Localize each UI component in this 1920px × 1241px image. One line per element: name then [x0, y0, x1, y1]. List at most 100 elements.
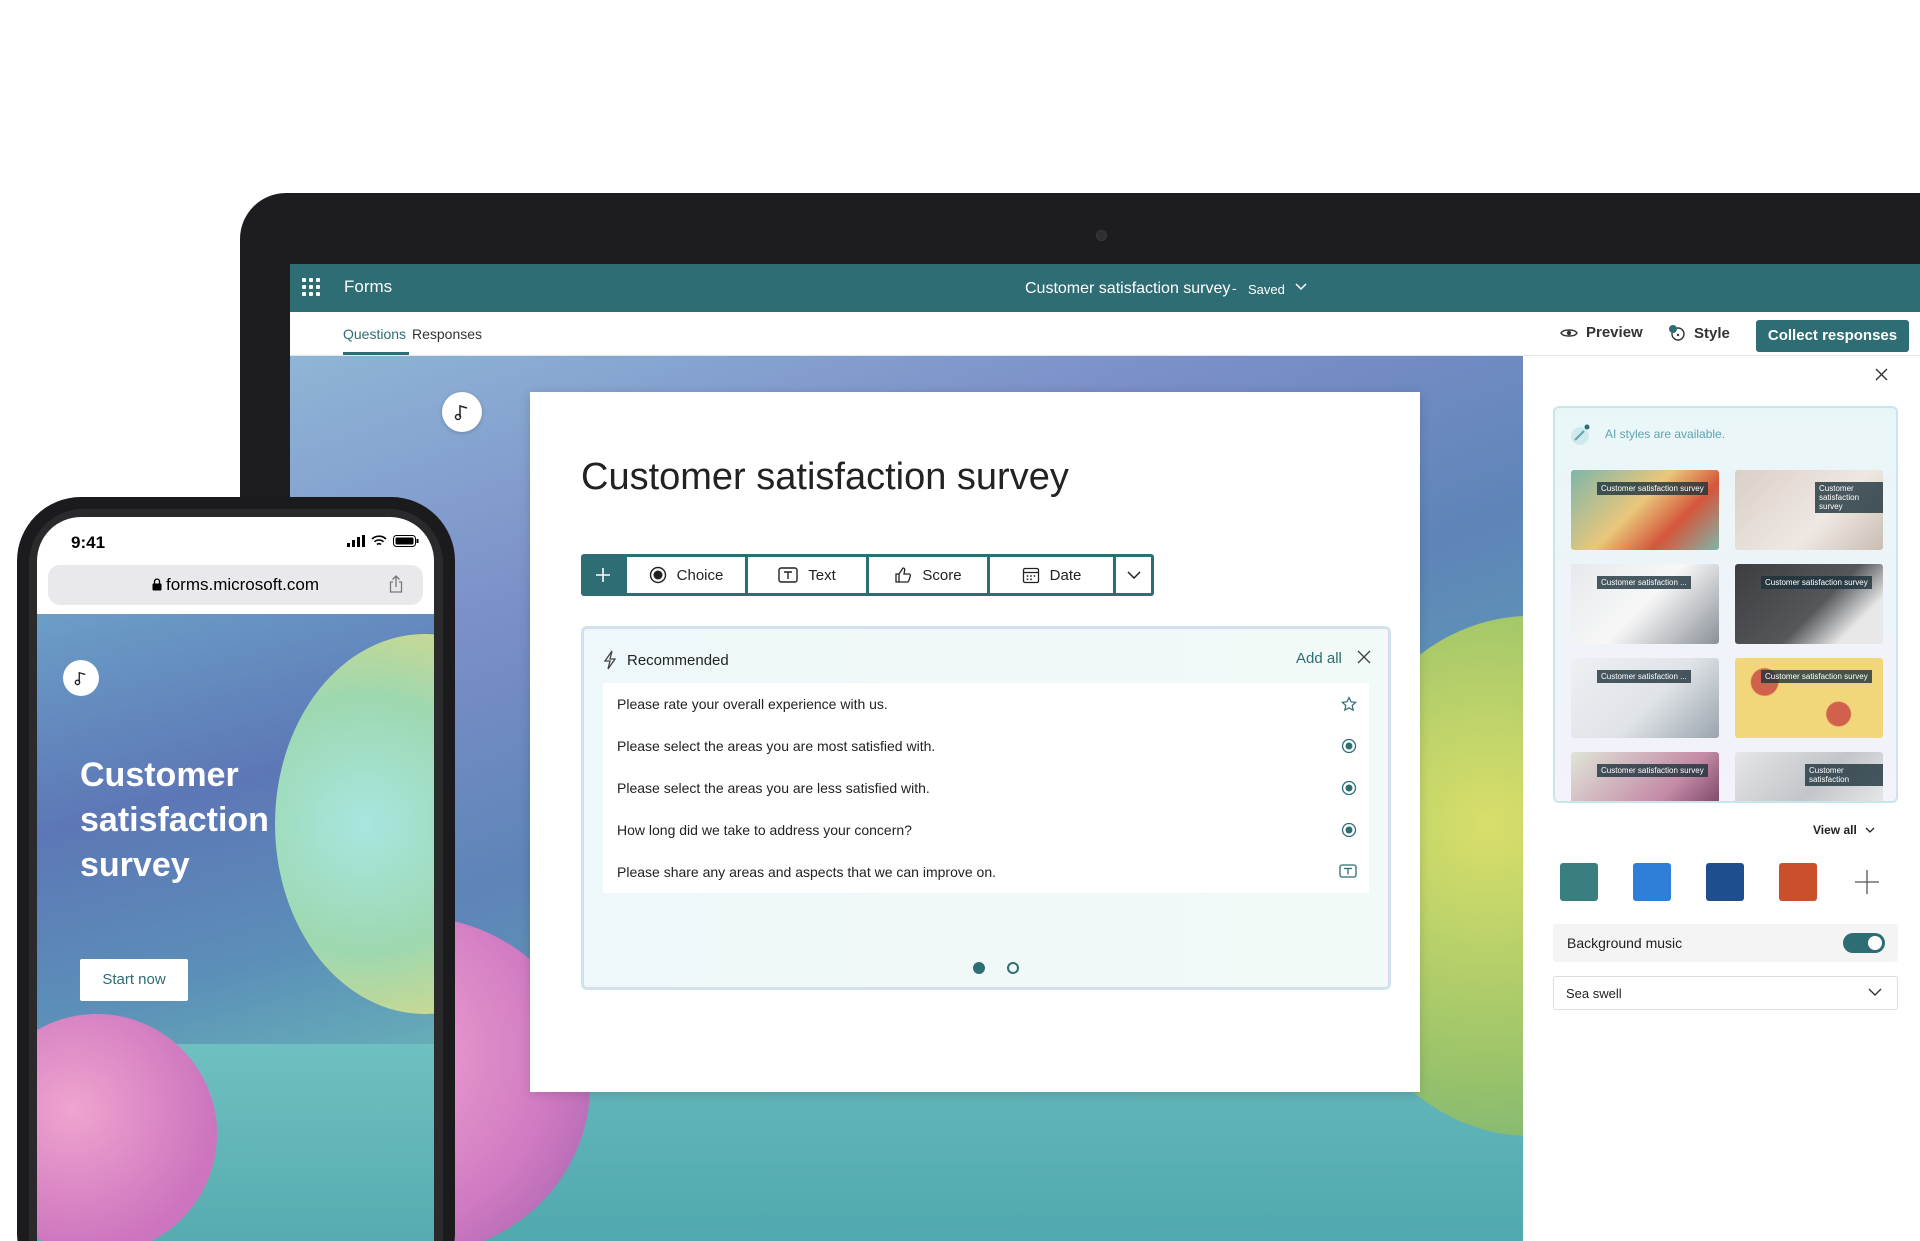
- text-button[interactable]: Text: [748, 557, 866, 593]
- score-button[interactable]: Score: [869, 557, 987, 593]
- radio-icon: [1341, 822, 1357, 838]
- form-card: Customer satisfaction survey Choice Text: [530, 392, 1420, 1092]
- page-dot[interactable]: [1007, 962, 1019, 974]
- plus-icon: [1855, 870, 1879, 894]
- collect-responses-button[interactable]: Collect responses: [1756, 320, 1909, 352]
- thumbs-up-icon: [895, 567, 912, 583]
- tab-questions[interactable]: Questions: [343, 326, 406, 342]
- suggested-question[interactable]: Please rate your overall experience with…: [603, 683, 1369, 725]
- theme-label: Customer satisfaction survey: [1597, 482, 1708, 495]
- plus-icon: [596, 568, 610, 582]
- choice-button[interactable]: Choice: [627, 557, 745, 593]
- bg-sphere-green: [275, 634, 434, 1014]
- eye-icon: [1560, 328, 1578, 337]
- close-icon[interactable]: [1875, 368, 1888, 381]
- date-button[interactable]: Date: [990, 557, 1113, 593]
- theme-thumbnail[interactable]: Customer satisfaction survey: [1735, 564, 1883, 644]
- laptop-camera: [1096, 230, 1107, 241]
- music-button[interactable]: [63, 660, 99, 696]
- tab-responses[interactable]: Responses: [412, 326, 482, 342]
- laptop-screen: Forms Customer satisfaction survey - Sav…: [290, 264, 1920, 1241]
- theme-thumbnail[interactable]: Customer satisfaction survey: [1571, 752, 1719, 801]
- color-swatch-teal[interactable]: [1560, 863, 1598, 901]
- share-icon[interactable]: [389, 575, 403, 593]
- document-title[interactable]: Customer satisfaction survey: [1025, 280, 1230, 298]
- recommended-label: Recommended: [627, 651, 729, 669]
- theme-label: Customer satisfaction ...: [1597, 670, 1691, 683]
- background-music-toggle[interactable]: [1843, 933, 1885, 953]
- chevron-down-icon: [1865, 827, 1875, 833]
- app-name[interactable]: Forms: [344, 277, 392, 297]
- theme-label: Customer satisfaction survey: [1597, 764, 1708, 777]
- phone-screen: 9:41 forms.microsoft.com Customer satisf…: [37, 517, 434, 1241]
- page-dot-active[interactable]: [973, 962, 985, 974]
- theme-label: Customer satisfaction ...: [1597, 576, 1691, 589]
- question-text: Please share any areas and aspects that …: [617, 864, 996, 880]
- text-box-icon: [1339, 864, 1357, 878]
- background-music-row: Background music: [1553, 924, 1898, 962]
- suggested-question[interactable]: How long did we take to address your con…: [603, 809, 1369, 851]
- theme-label: Customer satisfaction survey: [1761, 576, 1872, 589]
- theme-gallery: AI styles are available. Customer satisf…: [1553, 406, 1898, 803]
- background-music-label: Background music: [1567, 935, 1683, 951]
- browser-address-bar[interactable]: forms.microsoft.com: [48, 565, 423, 605]
- text-label: Text: [808, 566, 836, 584]
- music-note-icon: [74, 671, 86, 686]
- add-question-button[interactable]: [581, 554, 625, 596]
- suggested-question[interactable]: Please select the areas you are less sat…: [603, 767, 1369, 809]
- radio-icon: [649, 566, 666, 584]
- battery-icon: [393, 535, 419, 547]
- chevron-down-icon: [1868, 988, 1882, 996]
- music-note-icon: [454, 405, 468, 421]
- status-icons: [347, 535, 419, 547]
- pagination-dots: [973, 962, 1019, 974]
- form-background: Customer satisfaction survey Choice Text: [290, 356, 1523, 1241]
- question-type-toolbar: Choice Text Score Date: [581, 554, 1154, 596]
- view-all-button[interactable]: View all: [1813, 823, 1875, 837]
- radio-icon: [1341, 738, 1357, 754]
- color-swatch-navy[interactable]: [1706, 863, 1744, 901]
- theme-thumbnail[interactable]: Customer satisfaction survey: [1735, 658, 1883, 738]
- recommended-header: Recommended: [603, 650, 729, 670]
- suggested-question[interactable]: Please select the areas you are most sat…: [603, 725, 1369, 767]
- url-text: forms.microsoft.com: [165, 575, 320, 594]
- question-text: Please rate your overall experience with…: [617, 696, 888, 712]
- calendar-icon: [1022, 567, 1039, 584]
- signal-icon: [347, 535, 365, 547]
- more-question-types-button[interactable]: [1116, 557, 1151, 593]
- theme-thumbnail[interactable]: Customer satisfaction ...: [1571, 564, 1719, 644]
- recommended-questions-panel: Recommended Add all Please rate your ove…: [581, 626, 1391, 990]
- music-button[interactable]: [442, 392, 482, 432]
- theme-thumbnail[interactable]: Customer satisfaction ...: [1571, 658, 1719, 738]
- title-separator: -: [1232, 280, 1237, 296]
- suggested-question[interactable]: Please share any areas and aspects that …: [603, 851, 1369, 893]
- form-title[interactable]: Customer satisfaction survey: [581, 456, 1069, 499]
- preview-label: Preview: [1586, 324, 1643, 341]
- theme-thumbnail[interactable]: Customer satisfaction survey: [1571, 470, 1719, 550]
- style-button[interactable]: Style: [1668, 324, 1730, 342]
- color-swatch-orange[interactable]: [1779, 863, 1817, 901]
- theme-thumbnail[interactable]: Customer satisfaction survey: [1735, 470, 1883, 550]
- close-icon[interactable]: [1357, 650, 1371, 664]
- score-label: Score: [922, 566, 962, 584]
- add-color-button[interactable]: [1848, 863, 1886, 901]
- preview-button[interactable]: Preview: [1560, 324, 1643, 341]
- radio-icon: [1341, 780, 1357, 796]
- theme-label: Customer satisfaction survey: [1761, 670, 1872, 683]
- date-label: Date: [1049, 566, 1082, 584]
- style-panel: AI styles are available. Customer satisf…: [1523, 356, 1920, 1241]
- app-launcher-icon[interactable]: [302, 278, 320, 296]
- question-text: Please select the areas you are most sat…: [617, 738, 936, 754]
- phone-form-title: Customer satisfaction survey: [80, 756, 269, 884]
- theme-label: Customer satisfaction survey: [1815, 482, 1883, 513]
- music-track-select[interactable]: Sea swell: [1553, 976, 1898, 1010]
- view-all-label: View all: [1813, 823, 1857, 837]
- add-all-button[interactable]: Add all: [1296, 650, 1342, 667]
- text-box-icon: [778, 567, 798, 583]
- save-status: Saved: [1248, 282, 1285, 297]
- start-now-button[interactable]: Start now: [80, 959, 188, 1001]
- color-swatch-blue[interactable]: [1633, 863, 1671, 901]
- chevron-down-icon[interactable]: [1295, 283, 1307, 291]
- theme-thumbnail[interactable]: Customer satisfaction: [1735, 752, 1883, 801]
- phone-form-hero: Customer satisfaction survey Start now: [37, 614, 434, 1241]
